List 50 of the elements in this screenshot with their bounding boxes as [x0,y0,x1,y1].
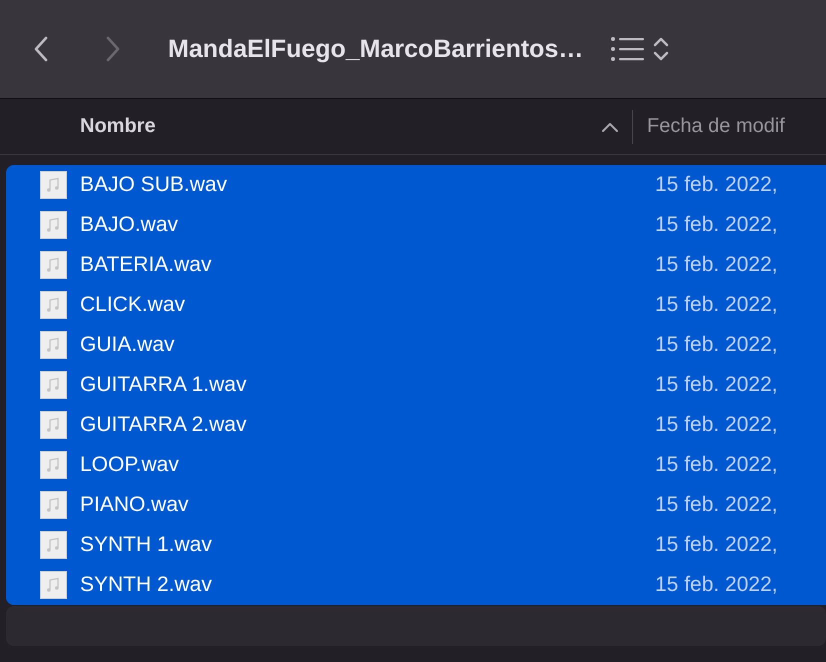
file-name: SYNTH 2.wav [80,573,213,597]
modified-date: 15 feb. 2022, [655,173,778,197]
modified-date: 15 feb. 2022, [655,573,778,597]
modified-date: 15 feb. 2022, [655,253,778,277]
audio-file-icon [40,411,67,439]
audio-file-icon [40,331,67,359]
file-row[interactable]: BATERIA.wav 15 feb. 2022, [6,245,826,285]
modified-date: 15 feb. 2022, [655,213,778,237]
file-row[interactable]: GUITARRA 2.wav 15 feb. 2022, [6,405,826,445]
file-row[interactable]: GUIA.wav 15 feb. 2022, [6,325,826,365]
column-header[interactable]: Nombre [80,115,600,138]
file-name: GUITARRA 1.wav [80,373,248,397]
audio-file-icon [40,251,67,279]
file-name: GUIA.wav [80,333,176,357]
audio-file-icon [40,291,67,319]
file-name: SYNTH 1.wav [80,533,213,557]
file-name: GUITARRA 2.wav [80,413,248,437]
file-row[interactable]: BAJO.wav 15 feb. 2022, [6,205,826,245]
file-row[interactable]: CLICK.wav 15 feb. 2022, [6,285,826,325]
audio-file-icon [40,531,67,559]
file-row[interactable]: LOOP.wav 15 feb. 2022, [6,445,826,485]
file-row[interactable]: BAJO SUB.wav 15 feb. 2022, [6,165,826,205]
file-name: BATERIA.wav [80,253,212,277]
sort-chevrons-icon[interactable] [652,35,670,63]
file-row[interactable]: PIANO.wav 15 feb. 2022, [6,485,826,525]
file-name: LOOP.wav [80,453,180,477]
sort-ascending-icon[interactable] [600,120,620,132]
audio-file-icon [40,171,67,199]
modified-date: 15 feb. 2022, [655,453,778,477]
modified-date: 15 feb. 2022, [655,493,778,517]
file-name: BAJO.wav [80,213,180,237]
audio-file-icon [40,211,67,239]
modified-date: 15 feb. 2022, [655,373,778,397]
column-header[interactable]: Fecha de modif [647,115,785,138]
file-row[interactable]: GUITARRA 1.wav 15 feb. 2022, [6,365,826,405]
file-row[interactable]: SYNTH 1.wav 15 feb. 2022, [6,525,826,565]
modified-date: 15 feb. 2022, [655,333,778,357]
audio-file-icon [40,371,67,399]
modified-date: 15 feb. 2022, [655,293,778,317]
file-row[interactable]: SYNTH 2.wav 15 feb. 2022, [6,565,826,605]
audio-file-icon [40,451,67,479]
list-view-icon[interactable] [610,36,646,62]
file-name: BAJO SUB.wav [80,173,228,197]
audio-file-icon [40,571,67,599]
modified-date: 15 feb. 2022, [655,413,778,437]
file-name: PIANO.wav [80,493,190,517]
modified-date: 15 feb. 2022, [655,533,778,557]
window-title: MandaElFuego_MarcoBarrientos… [168,34,584,64]
file-name: CLICK.wav [80,293,186,317]
audio-file-icon [40,491,67,519]
